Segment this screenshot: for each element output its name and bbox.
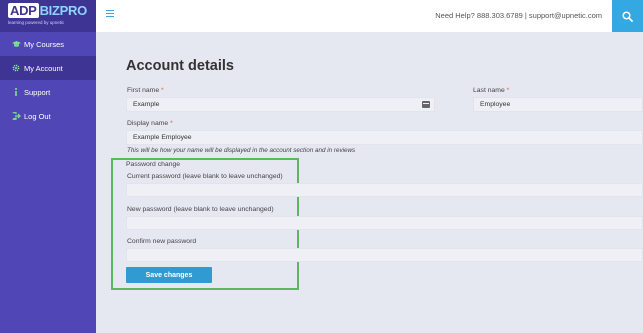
sidebar-item-label: Support xyxy=(24,87,51,97)
display-name-note: This will be how your name will be displ… xyxy=(127,147,356,154)
account-details-panel: Account details First name * Example Las… xyxy=(96,32,643,333)
gear-icon xyxy=(11,64,21,72)
contact-card-icon xyxy=(422,101,430,108)
password-change-legend: Password change xyxy=(126,161,181,168)
page-title: Account details xyxy=(126,58,234,74)
top-bar: Need Help? 888.303.6789 | support@upneti… xyxy=(96,0,643,32)
sidebar-item-label: My Account xyxy=(24,63,63,73)
graduation-cap-icon xyxy=(11,40,21,48)
help-contact: Need Help? 888.303.6789 | support@upneti… xyxy=(435,11,602,20)
brand-logo[interactable]: ADP BIZPRO learning powered by upnetic xyxy=(0,0,96,32)
confirm-password-field[interactable] xyxy=(126,248,643,262)
adp-logo: ADP xyxy=(8,3,39,18)
display-name-label: Display name * xyxy=(127,120,173,127)
new-password-field[interactable] xyxy=(126,216,643,230)
sidebar: ADP BIZPRO learning powered by upnetic My… xyxy=(0,0,96,333)
logout-icon xyxy=(11,112,21,120)
current-password-label: Current password (leave blank to leave u… xyxy=(127,173,283,180)
brand-name: BIZPRO xyxy=(39,3,88,18)
display-name-field[interactable]: Example Employee xyxy=(126,130,643,145)
hamburger-icon[interactable] xyxy=(106,10,114,18)
brand-tagline: learning powered by upnetic xyxy=(8,20,65,25)
sidebar-item-label: My Courses xyxy=(24,39,65,49)
search-button[interactable] xyxy=(612,0,643,32)
sidebar-item-log-out[interactable]: Log Out xyxy=(0,104,96,128)
first-name-field[interactable]: Example xyxy=(126,97,435,112)
new-password-label: New password (leave blank to leave uncha… xyxy=(127,206,274,213)
sidebar-item-label: Log Out xyxy=(24,111,51,121)
sidebar-item-my-courses[interactable]: My Courses xyxy=(0,32,96,56)
sidebar-nav: My Courses My Account Support Log Out xyxy=(0,32,96,128)
last-name-field[interactable]: Employee xyxy=(473,97,643,112)
last-name-label: Last name * xyxy=(473,87,510,94)
info-icon xyxy=(11,88,21,96)
first-name-label: First name * xyxy=(127,87,164,94)
sidebar-item-my-account[interactable]: My Account xyxy=(0,56,96,80)
confirm-password-label: Confirm new password xyxy=(127,238,197,245)
sidebar-item-support[interactable]: Support xyxy=(0,80,96,104)
save-changes-button[interactable]: Save changes xyxy=(126,267,212,283)
search-icon xyxy=(622,10,633,22)
current-password-field[interactable] xyxy=(126,183,643,197)
